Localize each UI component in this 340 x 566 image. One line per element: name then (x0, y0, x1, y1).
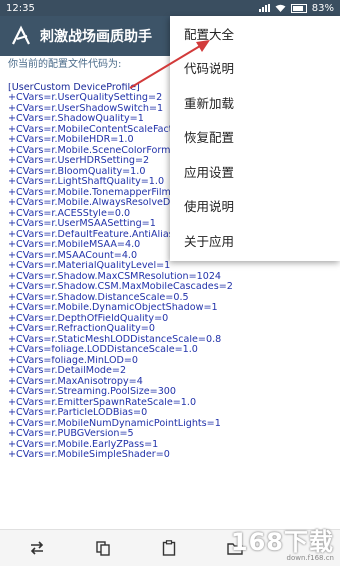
config-line: +CVars=r.EmitterSpawnRateScale=1.0 (8, 397, 197, 408)
copy-button[interactable] (90, 537, 116, 559)
config-line: +CVars=r.DetailMode=2 (8, 366, 127, 376)
paste-button[interactable] (156, 537, 182, 559)
config-line: +CVars=r.MaxAnisotropy=4 (8, 376, 143, 387)
menu-item-restore-config[interactable]: 恢复配置 (170, 120, 340, 155)
menu-item-about[interactable]: 关于应用 (170, 223, 340, 258)
config-line: +CVars=r.DepthOfFieldQuality=0 (8, 313, 169, 324)
menu-item-label: 应用设置 (184, 164, 235, 180)
clipboard-icon (162, 540, 176, 556)
wifi-icon (275, 4, 286, 12)
config-line: +CVars=r.MobileNumDynamicPointLights=1 (8, 418, 221, 429)
menu-item-label: 关于应用 (184, 233, 235, 249)
app-logo-icon (12, 25, 30, 45)
menu-item-label: 恢复配置 (184, 130, 235, 146)
menu-item-label: 重新加载 (184, 95, 235, 111)
swap-button[interactable] (24, 537, 50, 559)
menu-item-code-help[interactable]: 代码说明 (170, 51, 340, 86)
config-line: +CVars=r.Shadow.CSM.MaxMobileCascades=2 (8, 282, 233, 292)
copy-icon (96, 540, 110, 556)
config-line: +CVars=foliage.LODDistanceScale=1.0 (8, 345, 198, 355)
config-line: +CVars=r.MobileSimpleShader=0 (8, 450, 170, 460)
config-line: +CVars=r.Mobile.EarlyZPass=1 (8, 439, 159, 450)
swap-icon (30, 541, 44, 555)
battery-percent: 83% (311, 2, 334, 14)
app-title: 刺激战场画质助手 (40, 29, 152, 45)
overflow-menu: 配置大全 代码说明 重新加载 恢复配置 应用设置 使用说明 关于应用 (170, 16, 340, 261)
config-line: +CVars=foliage.MinLOD=0 (8, 355, 139, 366)
menu-item-config-collection[interactable]: 配置大全 (170, 16, 340, 51)
battery-icon (290, 3, 307, 13)
config-line: +CVars=r.RefractionQuality=0 (8, 324, 155, 334)
config-line: +CVars=r.StaticMeshLODDistanceScale=0.8 (8, 334, 222, 345)
menu-item-instructions[interactable]: 使用说明 (170, 189, 340, 224)
config-line: +CVars=r.PUBGVersion=5 (8, 429, 134, 439)
config-line: +CVars=r.Shadow.DistanceScale=0.5 (8, 292, 189, 303)
signal-icon (258, 4, 270, 12)
menu-item-app-settings[interactable]: 应用设置 (170, 154, 340, 189)
status-icons: 83% (258, 2, 334, 14)
config-line: +CVars=r.Shadow.MaxCSMResolution=1024 (8, 271, 222, 282)
status-bar: 12:35 83% (0, 0, 340, 16)
config-line: +CVars=r.ParticleLODBias=0 (8, 408, 148, 418)
watermark-brand: 168下载 (230, 528, 334, 556)
config-line: +CVars=r.MaterialQualityLevel=1 (8, 261, 171, 271)
config-line: +CVars=r.Mobile.DynamicObjectShadow=1 (8, 303, 218, 313)
config-line: +CVars=r.Streaming.PoolSize=300 (8, 387, 177, 397)
menu-item-reload[interactable]: 重新加载 (170, 85, 340, 120)
menu-item-label: 配置大全 (184, 26, 235, 42)
status-time: 12:35 (6, 2, 35, 14)
menu-item-label: 使用说明 (184, 199, 235, 215)
site-watermark: 168下载 down.f168.cn (196, 530, 334, 562)
menu-item-label: 代码说明 (184, 61, 235, 77)
watermark-url: down.f168.cn (286, 554, 334, 562)
